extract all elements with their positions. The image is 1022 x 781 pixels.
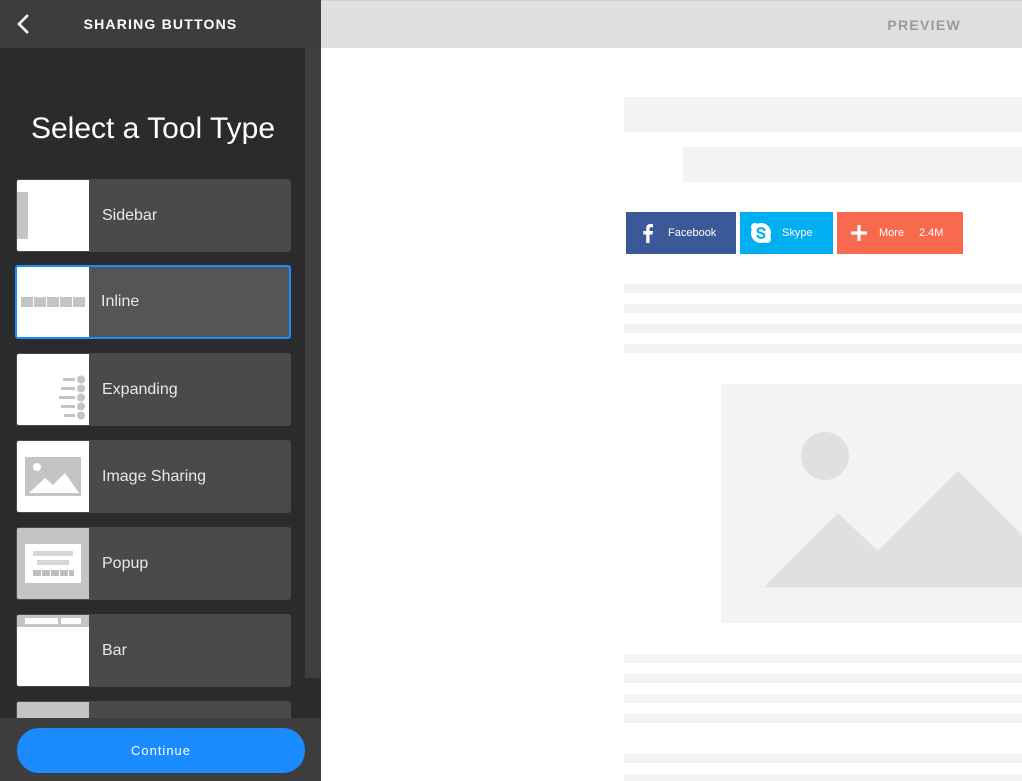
text-line-placeholder <box>624 324 1022 333</box>
preview-label: PREVIEW <box>887 17 961 33</box>
skype-share-button[interactable]: Skype <box>740 212 833 254</box>
text-line-placeholder <box>624 284 1022 293</box>
tool-option-label: Popup <box>102 554 149 572</box>
expanding-icon <box>59 375 85 420</box>
continue-button[interactable]: Continue <box>17 728 305 773</box>
tool-option-bar[interactable]: Bar <box>16 614 291 687</box>
text-line-placeholder <box>624 774 1022 781</box>
share-label: More <box>879 227 905 239</box>
expanding-thumbnail <box>17 354 89 425</box>
image-placeholder-icon <box>764 432 1022 587</box>
share-label: Skype <box>782 227 813 239</box>
sidebar-thumbnail <box>17 180 89 251</box>
title-placeholder <box>624 97 1022 132</box>
tool-option-image-sharing[interactable]: Image Sharing <box>16 440 291 513</box>
facebook-icon <box>643 224 653 243</box>
page-heading: Select a Tool Type <box>30 112 276 145</box>
sidebar-header: SHARING BUTTONS <box>0 0 321 48</box>
tool-option-label: Inline <box>101 293 140 310</box>
more-share-button[interactable]: More 2.4M <box>837 212 963 254</box>
facebook-share-button[interactable]: Facebook <box>626 212 736 254</box>
preview-header: PREVIEW <box>321 0 1022 48</box>
bar-thumbnail <box>17 615 89 686</box>
tool-option-popup[interactable]: Popup <box>16 527 291 600</box>
text-line-placeholder <box>624 304 1022 313</box>
text-line-placeholder <box>624 344 1022 353</box>
tool-option-label: Sidebar <box>102 206 158 224</box>
image-placeholder <box>721 384 1022 623</box>
image-sharing-thumbnail <box>17 441 89 512</box>
tool-option-inline[interactable]: Inline <box>15 265 291 339</box>
inline-thumbnail <box>17 267 89 337</box>
image-icon <box>25 457 81 496</box>
subtitle-placeholder <box>683 147 1022 182</box>
tool-option-sidebar[interactable]: Sidebar <box>16 179 291 252</box>
sidebar-scrollbar[interactable] <box>305 48 321 678</box>
text-line-placeholder <box>624 674 1022 683</box>
text-line-placeholder <box>624 754 1022 763</box>
tool-option-label: Expanding <box>102 380 178 398</box>
text-line-placeholder <box>624 714 1022 723</box>
sidebar-title: SHARING BUTTONS <box>83 16 238 32</box>
tool-option-label: Image Sharing <box>102 467 207 485</box>
tool-option-expanding[interactable]: Expanding <box>16 353 291 426</box>
plus-icon <box>851 225 867 241</box>
text-line-placeholder <box>624 654 1022 663</box>
share-label: Facebook <box>668 227 717 239</box>
popup-thumbnail <box>17 528 89 599</box>
tool-type-sidebar: SHARING BUTTONS Select a Tool Type Sideb… <box>0 0 321 781</box>
share-count: 2.4M <box>919 227 944 239</box>
text-line-placeholder <box>624 694 1022 703</box>
skype-icon <box>751 223 771 243</box>
tool-option-label: Bar <box>102 641 127 659</box>
